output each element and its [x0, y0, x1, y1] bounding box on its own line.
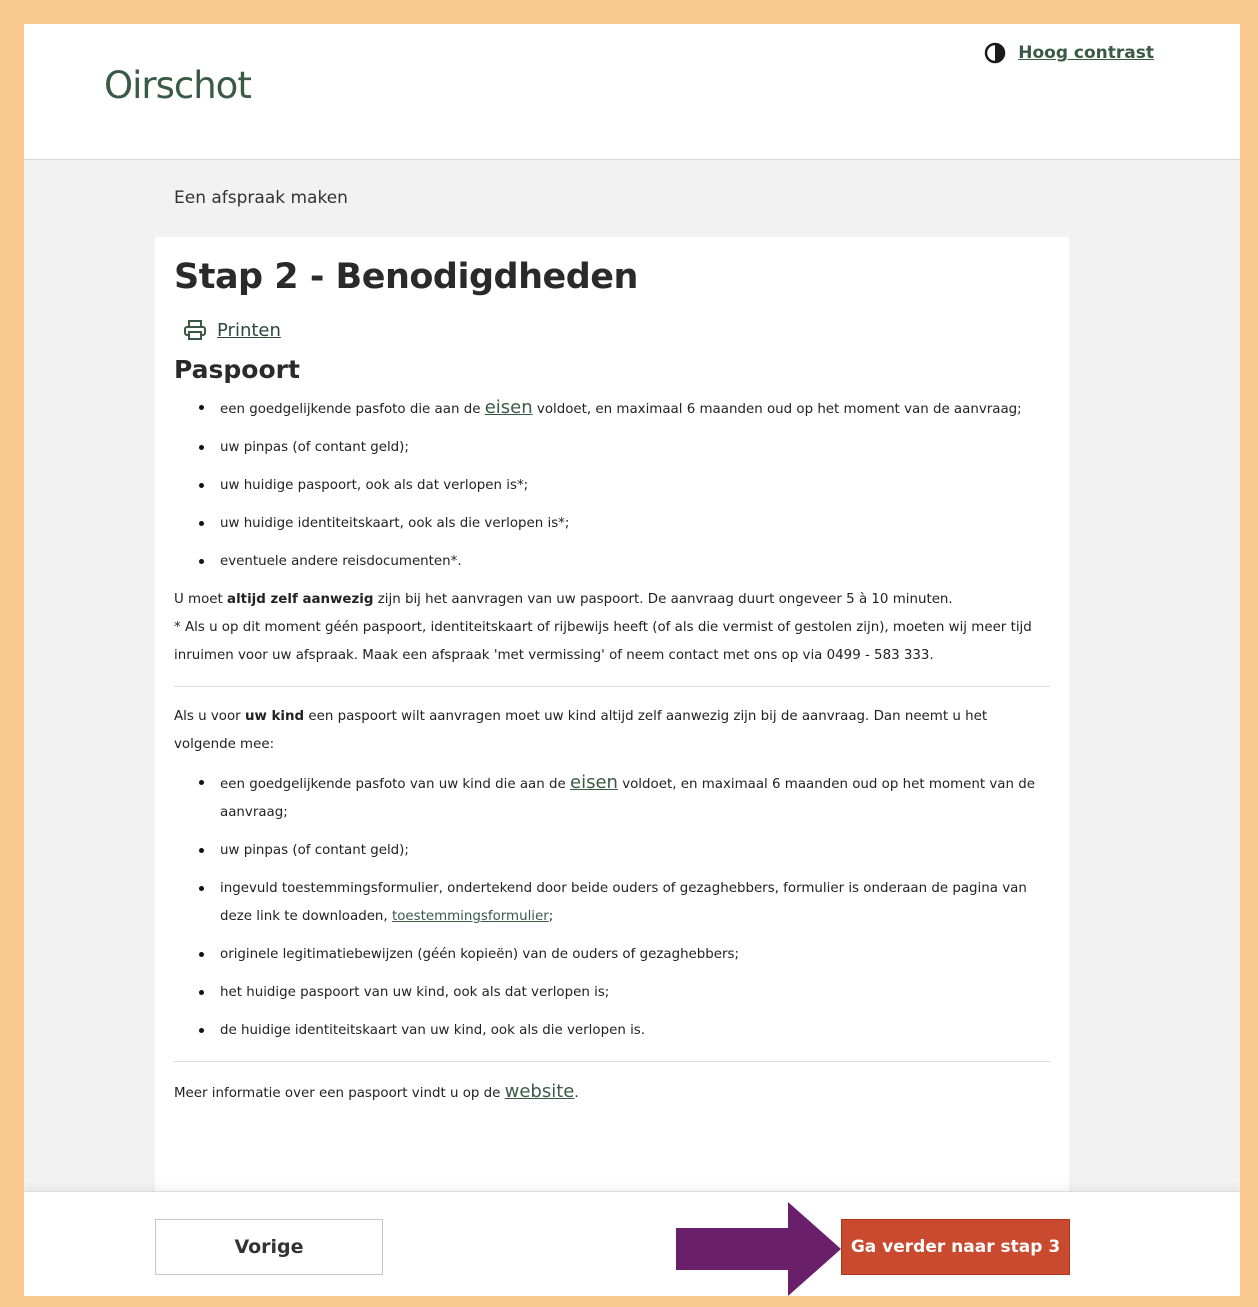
list-item: ingevuld toestemmingsformulier, ondertek… — [174, 875, 1050, 931]
para-bold: altijd zelf aanwezig — [227, 592, 374, 607]
page-title: Stap 2 - Benodigdheden — [174, 257, 638, 297]
list-item: uw pinpas (of contant geld); — [174, 837, 1050, 865]
para-bold: uw kind — [244, 709, 305, 724]
step-navigation: Vorige Ga verder naar stap 3 — [24, 1191, 1240, 1296]
list-item: eventuele andere reisdocumenten*. — [174, 548, 1050, 576]
list-item: het huidige paspoort van uw kind, ook al… — [174, 979, 1050, 1007]
site-logo[interactable]: Oirschot — [104, 64, 252, 107]
list-item-text: een goedgelijkende pasfoto van uw kind d… — [220, 777, 570, 792]
child-requirements-list: een goedgelijkende pasfoto van uw kind d… — [174, 769, 1050, 1045]
list-item-text: voldoet, en maximaal 6 maanden oud op he… — [532, 402, 1022, 417]
para-text: Als u voor — [174, 709, 245, 724]
printer-icon — [183, 319, 207, 341]
list-item: een goedgelijkende pasfoto die aan de ei… — [174, 394, 1050, 424]
missing-document-note: * Als u op dit moment géén paspoort, ide… — [174, 620, 1032, 663]
page-frame: Oirschot Hoog contrast Een afspraak make… — [24, 24, 1240, 1296]
contrast-icon — [984, 42, 1006, 64]
para-text: Meer informatie over een paspoort vindt … — [174, 1086, 505, 1101]
high-contrast-toggle[interactable]: Hoog contrast — [984, 42, 1154, 64]
section-title-paspoort: Paspoort — [174, 355, 300, 384]
child-intro: Als u voor uw kind een paspoort wilt aan… — [174, 703, 1050, 759]
print-link[interactable]: Printen — [217, 320, 281, 341]
breadcrumb: Een afspraak maken — [174, 188, 348, 208]
requirements-list: een goedgelijkende pasfoto die aan de ei… — [174, 394, 1050, 576]
list-item-text: ingevuld toestemmingsformulier, ondertek… — [220, 881, 1027, 924]
list-item: uw huidige identiteitskaart, ook als die… — [174, 510, 1050, 538]
divider — [174, 686, 1050, 687]
toestemmingsformulier-link[interactable]: toestemmingsformulier — [392, 909, 549, 924]
eisen-link[interactable]: eisen — [485, 397, 533, 418]
arrow-pointer-icon — [676, 1202, 841, 1296]
presence-note: U moet altijd zelf aanwezig zijn bij het… — [174, 586, 1050, 670]
list-item: originele legitimatiebewijzen (géén kopi… — [174, 941, 1050, 969]
list-item: de huidige identiteitskaart van uw kind,… — [174, 1017, 1050, 1045]
next-step-button[interactable]: Ga verder naar stap 3 — [841, 1219, 1070, 1275]
divider — [174, 1061, 1050, 1062]
para-text: . — [574, 1086, 579, 1101]
main-content: Stap 2 - Benodigdheden Printen Paspoort … — [155, 237, 1069, 1217]
list-item-text: een goedgelijkende pasfoto die aan de — [220, 402, 485, 417]
para-text: U moet — [174, 592, 228, 607]
print-button[interactable]: Printen — [183, 319, 1050, 341]
previous-button[interactable]: Vorige — [155, 1219, 383, 1275]
eisen-link[interactable]: eisen — [570, 772, 618, 793]
list-item: uw huidige paspoort, ook als dat verlope… — [174, 472, 1050, 500]
para-text: zijn bij het aanvragen van uw paspoort. … — [373, 592, 953, 607]
list-item: een goedgelijkende pasfoto van uw kind d… — [174, 769, 1050, 827]
website-link[interactable]: website — [505, 1081, 575, 1102]
high-contrast-link[interactable]: Hoog contrast — [1018, 43, 1154, 63]
more-info: Meer informatie over een paspoort vindt … — [174, 1078, 1050, 1108]
list-item-text: ; — [548, 909, 554, 924]
list-item: uw pinpas (of contant geld); — [174, 434, 1050, 462]
site-header: Oirschot Hoog contrast — [24, 24, 1240, 160]
